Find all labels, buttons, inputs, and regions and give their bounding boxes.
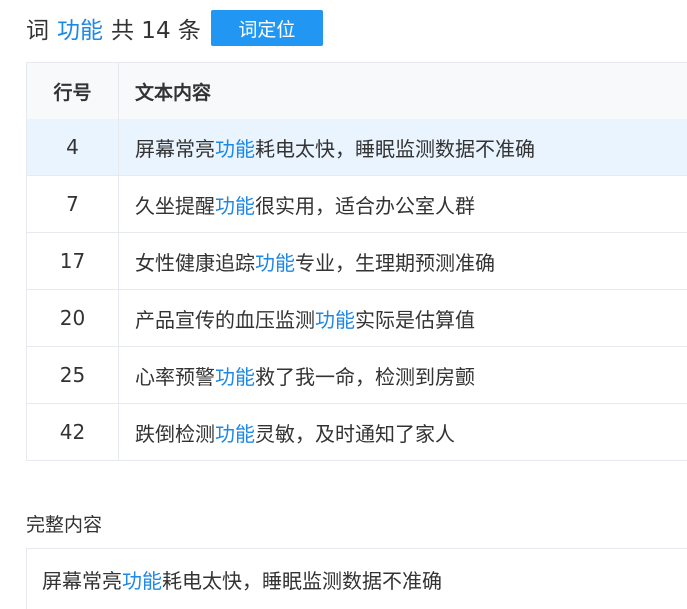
row-text-before: 跌倒检测 [135, 421, 215, 446]
column-header-line[interactable]: 行号 [27, 63, 119, 119]
row-text-keyword: 功能 [215, 364, 255, 389]
row-text-after: 耗电太快，睡眠监测数据不准确 [255, 136, 535, 161]
row-line-number: 25 [27, 347, 119, 403]
row-line-number: 7 [27, 176, 119, 232]
header-count: 共 14 条 [111, 18, 201, 44]
full-content-before: 屏幕常亮 [42, 568, 122, 593]
row-text-keyword: 功能 [215, 421, 255, 446]
row-text: 产品宣传的血压监测 功能 实际是估算值 [119, 290, 687, 346]
table-row[interactable]: 20 产品宣传的血压监测 功能 实际是估算值 [27, 289, 687, 346]
row-text-before: 屏幕常亮 [135, 136, 215, 161]
results-table: 行号 文本内容 4 屏幕常亮 功能 耗电太快，睡眠监测数据不准确 7 久坐提醒 功能 很实用，… [26, 62, 687, 461]
row-text: 跌倒检测 功能 灵敏，及时通知了家人 [119, 404, 687, 460]
full-content-highlight: 功能 [122, 568, 162, 593]
row-text-after: 专业，生理期预测准确 [295, 250, 495, 275]
table-row[interactable]: 4 屏幕常亮 功能 耗电太快，睡眠监测数据不准确 [27, 119, 687, 175]
row-text-before: 心率预警 [135, 364, 215, 389]
row-line-number: 20 [27, 290, 119, 346]
table-header-row: 行号 文本内容 [27, 63, 687, 119]
row-line-number: 17 [27, 233, 119, 289]
row-text-before: 女性健康追踪 [135, 250, 255, 275]
row-text-after: 灵敏，及时通知了家人 [255, 421, 455, 446]
row-text: 久坐提醒 功能 很实用，适合办公室人群 [119, 176, 687, 232]
row-line-number: 42 [27, 404, 119, 460]
header-keyword: 功能 [57, 18, 103, 44]
locate-word-button[interactable]: 词定位 [210, 10, 323, 46]
row-text: 女性健康追踪 功能 专业，生理期预测准确 [119, 233, 687, 289]
table-row[interactable]: 17 女性健康追踪 功能 专业，生理期预测准确 [27, 232, 687, 289]
table-row[interactable]: 42 跌倒检测 功能 灵敏，及时通知了家人 [27, 403, 687, 460]
header-prefix: 词 [26, 18, 49, 44]
row-text-keyword: 功能 [255, 250, 295, 275]
table-row[interactable]: 7 久坐提醒 功能 很实用，适合办公室人群 [27, 175, 687, 232]
row-line-number: 4 [27, 119, 119, 175]
results-header: 词 功能 共 14 条 词定位 [26, 10, 323, 46]
row-text-after: 实际是估算值 [355, 307, 475, 332]
row-text-after: 很实用，适合办公室人群 [255, 193, 475, 218]
table-row[interactable]: 25 心率预警 功能 救了我一命，检测到房颤 [27, 346, 687, 403]
row-text-keyword: 功能 [315, 307, 355, 332]
row-text-before: 久坐提醒 [135, 193, 215, 218]
row-text: 屏幕常亮 功能 耗电太快，睡眠监测数据不准确 [119, 119, 687, 175]
row-text-after: 救了我一命，检测到房颤 [255, 364, 475, 389]
row-text-keyword: 功能 [215, 136, 255, 161]
row-text: 心率预警 功能 救了我一命，检测到房颤 [119, 347, 687, 403]
full-content-box: 屏幕常亮 功能 耗电太快，睡眠监测数据不准确 [26, 548, 687, 609]
row-text-before: 产品宣传的血压监测 [135, 307, 315, 332]
row-text-keyword: 功能 [215, 193, 255, 218]
column-header-text[interactable]: 文本内容 [119, 63, 687, 119]
full-content-title: 完整内容 [26, 514, 103, 536]
full-content-after: 耗电太快，睡眠监测数据不准确 [162, 568, 442, 593]
